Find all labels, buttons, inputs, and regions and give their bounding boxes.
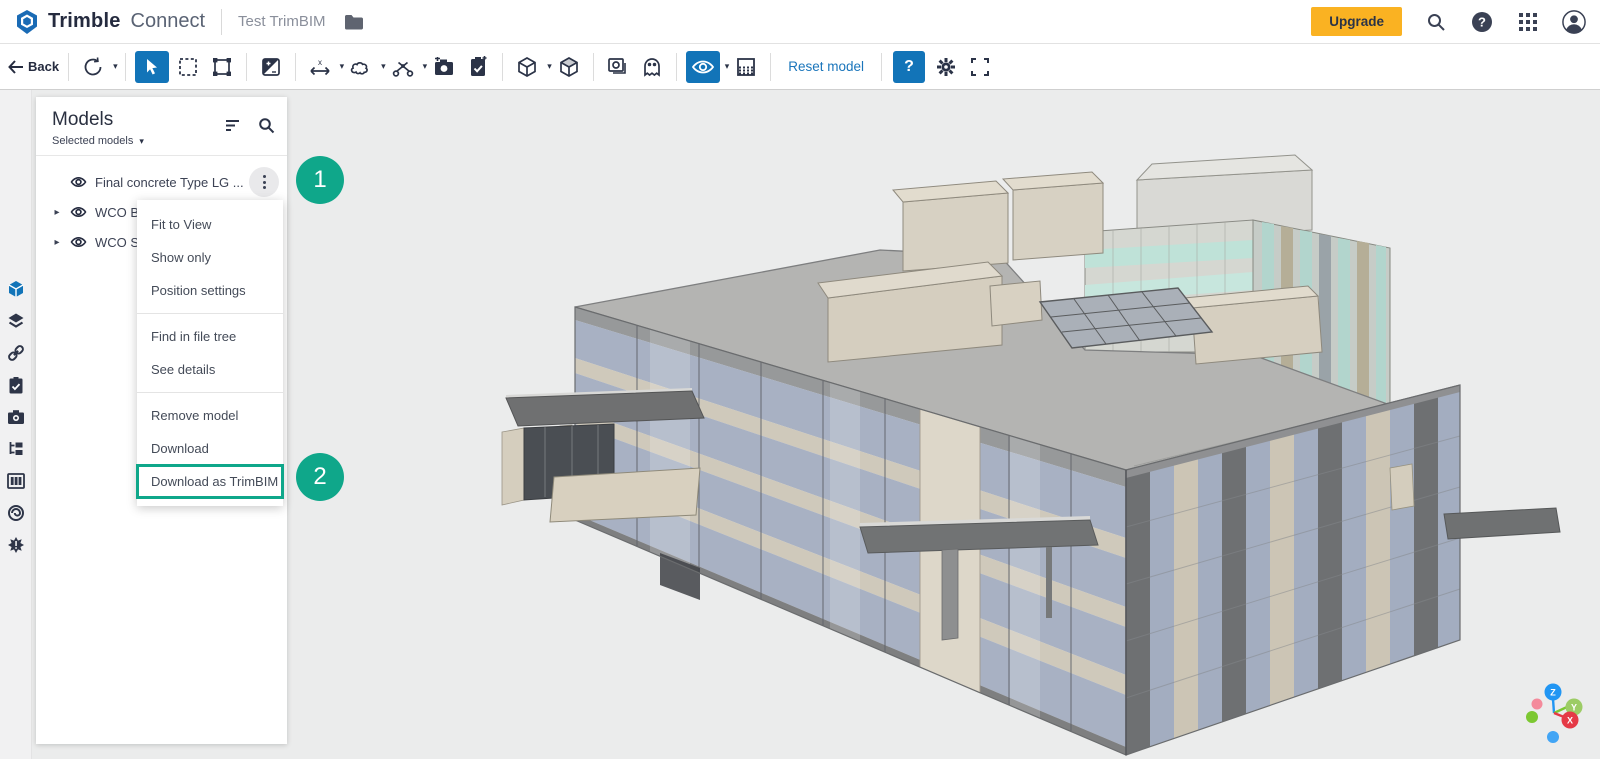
axis-z-label: Z — [1550, 688, 1556, 698]
cube-dropdown-caret[interactable]: ▾ — [547, 61, 552, 72]
toolbar-divider — [68, 52, 70, 81]
models-cube-icon[interactable] — [0, 273, 32, 305]
fullscreen-icon[interactable] — [965, 52, 995, 82]
file-tree-icon[interactable] — [0, 433, 32, 465]
organizer-columns-icon[interactable] — [0, 465, 32, 497]
cube-view-tool-icon[interactable] — [512, 52, 542, 82]
upgrade-button[interactable]: Upgrade — [1311, 7, 1402, 36]
apps-grid-icon[interactable] — [1516, 10, 1540, 34]
back-arrow-icon — [8, 59, 23, 74]
menu-item-show-only[interactable]: Show only — [137, 241, 283, 274]
shaded-box-tool-icon[interactable] — [554, 52, 584, 82]
left-icon-strip — [0, 90, 32, 759]
model-options-kebab[interactable] — [249, 167, 279, 197]
model-context-menu: Fit to View Show only Position settings … — [136, 200, 284, 506]
selected-models-label: Selected models — [52, 135, 134, 147]
section-cut-tool-icon[interactable] — [388, 52, 418, 82]
account-icon[interactable] — [1562, 9, 1586, 34]
select-cursor-tool-icon[interactable] — [134, 50, 169, 83]
toolbar-divider — [881, 52, 883, 81]
visibility-dropdown-caret[interactable]: ▾ — [725, 61, 730, 72]
step-badge-2: 2 — [296, 453, 344, 501]
reset-model-link[interactable]: Reset model — [788, 59, 864, 74]
issues-burst-icon[interactable] — [0, 529, 32, 561]
viewer-toolbar: Back ▾ x ▾ ▾ ▾ ▾ ▾ Reset model ? — [0, 44, 1600, 90]
axis-x-label: X — [1567, 716, 1573, 726]
project-name: Test TrimBIM — [238, 13, 326, 30]
folder-icon[interactable] — [342, 10, 366, 34]
axis-gizmo[interactable]: Y Z X — [1526, 683, 1583, 744]
marquee-select-tool-icon[interactable] — [173, 52, 203, 82]
toolbar-divider — [502, 52, 504, 81]
camera-icon[interactable] — [0, 401, 32, 433]
snapshot-camera-tool-icon[interactable] — [429, 52, 459, 82]
axis-neg-y-ball[interactable] — [1526, 711, 1538, 723]
brand-name-light: Connect — [130, 10, 206, 32]
search-icon[interactable] — [1424, 10, 1448, 34]
contrast-tool-icon[interactable] — [256, 52, 286, 82]
orbit-dropdown-caret[interactable]: ▾ — [113, 61, 118, 72]
menu-item-download-as-trimbim[interactable]: Download as TrimBIM — [136, 464, 284, 499]
app-header: Trimble Connect Test TrimBIM Upgrade ? — [0, 0, 1600, 44]
toolbar-divider — [770, 52, 772, 81]
measure-tool-icon[interactable]: x — [305, 52, 335, 82]
toolbar-divider — [124, 52, 126, 81]
menu-item-see-details[interactable]: See details — [137, 353, 283, 386]
trimble-swirl-icon[interactable] — [0, 497, 32, 529]
toolbar-divider — [245, 52, 247, 81]
orbit-tool-icon[interactable] — [78, 52, 108, 82]
clipboard-check-tool-icon[interactable] — [463, 52, 493, 82]
visibility-eye-icon[interactable] — [70, 175, 87, 189]
polygon-select-tool-icon[interactable] — [207, 52, 237, 82]
todo-clipboard-icon[interactable] — [0, 369, 32, 401]
axis-neg-x-ball[interactable] — [1531, 698, 1543, 710]
trimble-logo-icon — [17, 9, 37, 34]
markup-dropdown-caret[interactable]: ▾ — [381, 61, 386, 72]
menu-item-remove-model[interactable]: Remove model — [137, 399, 283, 432]
menu-divider — [137, 392, 283, 393]
toolbar-divider — [294, 52, 296, 81]
model-row[interactable]: ▸ Final concrete Type LG ... — [36, 167, 287, 197]
visibility-eye-icon[interactable] — [70, 235, 87, 249]
menu-item-position-settings[interactable]: Position settings — [137, 274, 283, 307]
axis-y-label: Y — [1571, 703, 1577, 713]
link-icon[interactable] — [0, 337, 32, 369]
model-name: WCO S — [95, 234, 140, 250]
expand-caret-icon[interactable]: ▸ — [50, 237, 64, 248]
expand-caret-icon[interactable]: ▸ — [50, 207, 64, 218]
sort-icon[interactable] — [224, 117, 242, 139]
back-label: Back — [28, 59, 60, 74]
panel-search-icon[interactable] — [258, 117, 275, 139]
help-icon[interactable]: ? — [1470, 10, 1494, 34]
toolbar-divider — [592, 52, 594, 81]
model-name: WCO B — [95, 204, 140, 220]
section-dropdown-caret[interactable]: ▾ — [423, 61, 428, 72]
menu-item-fit-to-view[interactable]: Fit to View — [137, 208, 283, 241]
visibility-eye-icon[interactable] — [70, 205, 87, 219]
settings-gear-icon[interactable] — [931, 52, 961, 82]
ghost-mode-tool-icon[interactable] — [637, 52, 667, 82]
svg-text:x: x — [318, 58, 322, 67]
menu-item-download[interactable]: Download — [137, 432, 283, 465]
markup-cloud-tool-icon[interactable] — [346, 52, 376, 82]
axis-neg-z-ball[interactable] — [1547, 731, 1559, 743]
svg-text:?: ? — [1478, 14, 1486, 29]
brand: Trimble Connect — [14, 9, 205, 35]
menu-divider — [137, 313, 283, 314]
brand-name-bold: Trimble — [48, 10, 121, 32]
selected-models-caret: ▾ — [139, 136, 144, 146]
hatch-grid-tool-icon[interactable] — [731, 52, 761, 82]
step-badge-1: 1 — [296, 156, 344, 204]
measure-dropdown-caret[interactable]: ▾ — [340, 61, 345, 72]
back-button[interactable]: Back — [8, 59, 59, 74]
model-name: Final concrete Type LG ... — [95, 174, 244, 190]
header-divider — [221, 8, 223, 35]
layers-icon[interactable] — [0, 305, 32, 337]
menu-item-find-in-file-tree[interactable]: Find in file tree — [137, 320, 283, 353]
toolbar-divider — [675, 52, 677, 81]
toolbar-help-button[interactable]: ? — [893, 50, 926, 83]
views-tool-icon[interactable] — [603, 52, 633, 82]
visibility-eye-tool-icon[interactable] — [685, 50, 720, 83]
